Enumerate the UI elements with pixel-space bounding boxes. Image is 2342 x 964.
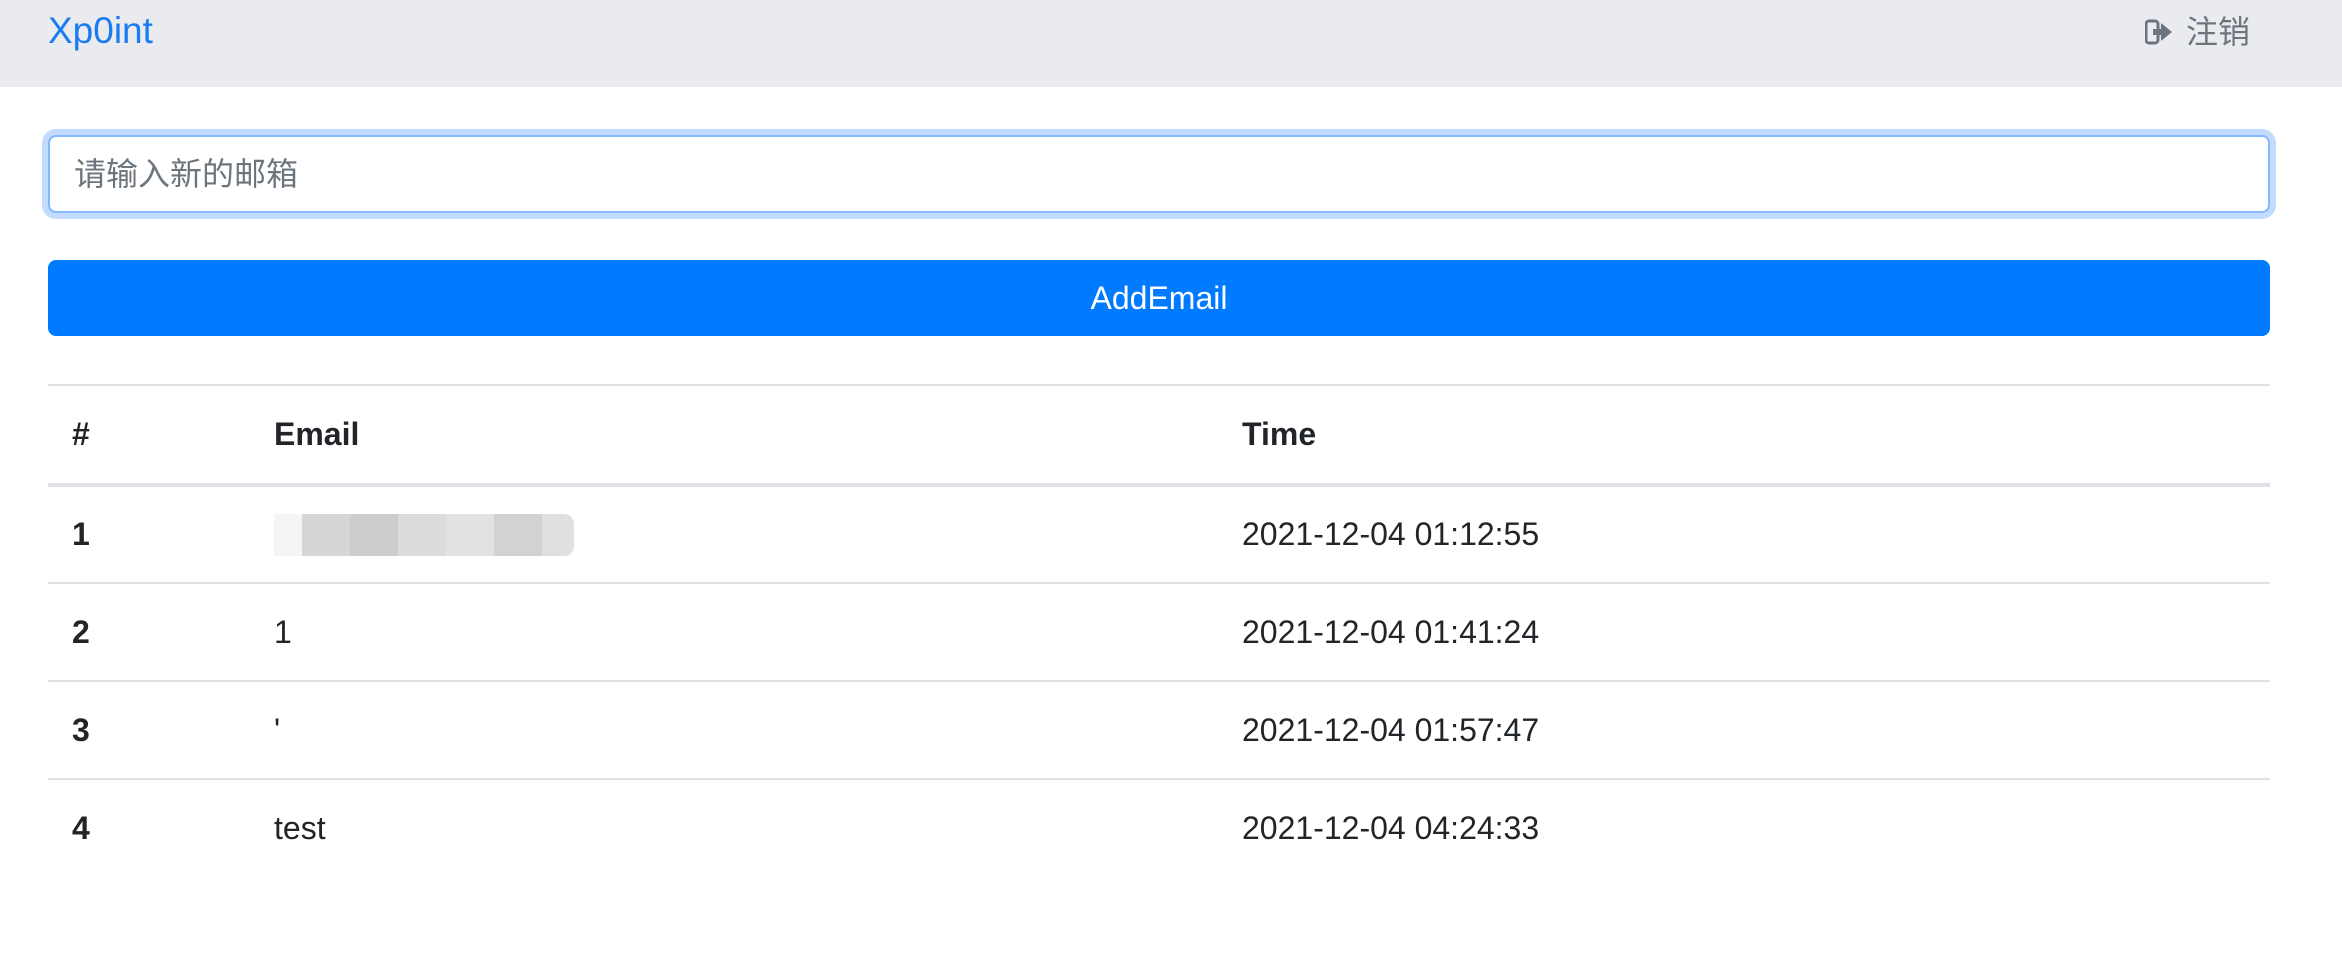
sign-out-icon xyxy=(2144,17,2174,47)
table-row: 3 ' 2021-12-04 01:57:47 xyxy=(48,681,2270,779)
column-header-num: # xyxy=(72,416,90,452)
row-time: 2021-12-04 01:57:47 xyxy=(1242,711,1540,748)
row-number: 1 xyxy=(72,516,90,552)
brand-link[interactable]: Xp0int xyxy=(48,6,153,56)
row-number: 4 xyxy=(72,810,90,846)
table-header-row: # Email Time xyxy=(48,385,2270,485)
row-number: 2 xyxy=(72,613,90,650)
column-header-time: Time xyxy=(1242,416,1317,452)
table-row: 2 1 2021-12-04 01:41:24 xyxy=(48,583,2270,681)
row-time: 2021-12-04 01:41:24 xyxy=(1242,613,1540,650)
row-number: 3 xyxy=(72,711,90,748)
table-row: 4 test 2021-12-04 04:24:33 xyxy=(48,779,2270,877)
new-email-input[interactable] xyxy=(48,135,2270,213)
row-email: test xyxy=(274,810,326,846)
logout-button[interactable]: 注销 xyxy=(2144,8,2250,56)
row-time: 2021-12-04 01:12:55 xyxy=(1242,516,1540,552)
row-email: ' xyxy=(274,711,281,748)
top-navbar: Xp0int 注销 xyxy=(0,0,2342,87)
table-row: 1 2021-12-04 01:12:55 xyxy=(48,485,2270,583)
add-email-button[interactable]: AddEmail xyxy=(48,260,2270,336)
column-header-email: Email xyxy=(274,416,360,452)
email-table: # Email Time 1 2021-12-04 01:12:55 2 1 2… xyxy=(48,384,2270,877)
row-email xyxy=(250,485,1218,583)
row-time: 2021-12-04 04:24:33 xyxy=(1242,810,1540,846)
redacted-email xyxy=(274,513,574,556)
row-email: 1 xyxy=(274,613,292,650)
logout-label: 注销 xyxy=(2185,14,2250,50)
